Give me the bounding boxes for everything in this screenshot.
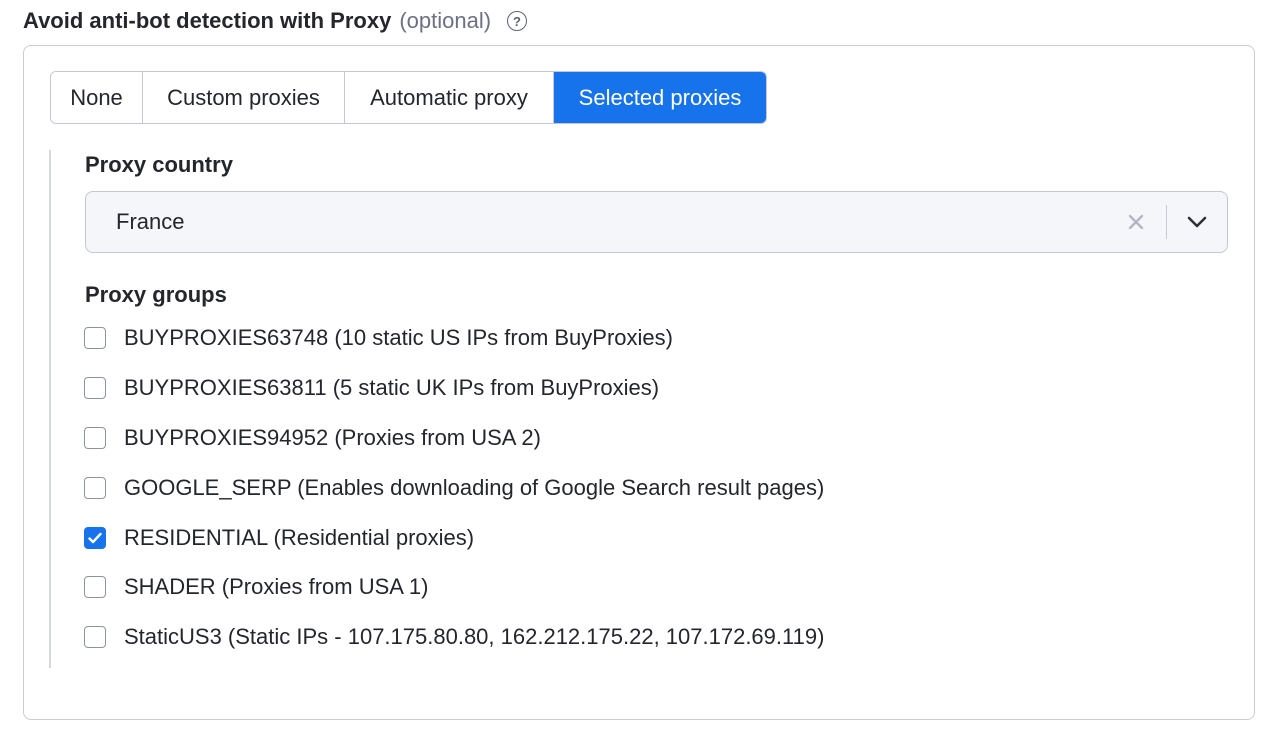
proxy-group-row[interactable]: BUYPROXIES94952 (Proxies from USA 2) <box>84 424 541 452</box>
proxy-group-label: GOOGLE_SERP (Enables downloading of Goog… <box>124 475 825 500</box>
proxy-group-checkbox[interactable] <box>84 377 106 399</box>
proxy-group-row[interactable]: SHADER (Proxies from USA 1) <box>84 573 428 601</box>
proxy-group-checkbox[interactable] <box>84 477 106 499</box>
proxy-group-label: BUYPROXIES63811 (5 static UK IPs from Bu… <box>124 375 660 400</box>
proxy-group-checkbox[interactable] <box>84 327 106 349</box>
proxy-group-label: BUYPROXIES94952 (Proxies from USA 2) <box>124 425 541 450</box>
proxy-group-row[interactable]: StaticUS3 (Static IPs - 107.175.80.80, 1… <box>84 623 824 651</box>
proxy-group-label: StaticUS3 (Static IPs - 107.175.80.80, 1… <box>124 624 825 649</box>
proxy-group-row[interactable]: RESIDENTIAL (Residential proxies) <box>84 524 474 552</box>
proxy-mode-tabs: None Custom proxies Automatic proxy Sele… <box>50 71 767 124</box>
proxy-group-label: BUYPROXIES63748 (10 static US IPs from B… <box>124 325 673 350</box>
proxy-group-checkbox-checked[interactable] <box>84 527 106 549</box>
proxy-group-row[interactable]: BUYPROXIES63811 (5 static UK IPs from Bu… <box>84 374 659 402</box>
tab-custom-proxies[interactable]: Custom proxies <box>143 72 345 123</box>
checkmark-icon <box>88 532 102 544</box>
proxy-section-header: Avoid anti-bot detection with Proxy (opt… <box>23 4 528 38</box>
proxy-group-label: SHADER (Proxies from USA 1) <box>124 574 429 599</box>
proxy-groups-label: Proxy groups <box>85 282 227 307</box>
tab-none[interactable]: None <box>51 72 143 123</box>
proxy-group-checkbox[interactable] <box>84 626 106 648</box>
tab-automatic-proxy[interactable]: Automatic proxy <box>345 72 554 123</box>
optional-label: (optional) <box>399 8 492 33</box>
proxy-group-checkbox[interactable] <box>84 427 106 449</box>
chevron-down-icon[interactable] <box>1167 202 1227 242</box>
proxy-country-select[interactable]: France <box>85 191 1228 253</box>
close-icon[interactable] <box>1116 202 1156 242</box>
question-circle-icon[interactable]: ? <box>507 11 528 31</box>
content-left-rule <box>49 150 51 668</box>
proxy-group-label: RESIDENTIAL (Residential proxies) <box>124 525 475 550</box>
proxy-country-label: Proxy country <box>85 152 233 177</box>
section-title: Avoid anti-bot detection with Proxy <box>23 8 392 33</box>
proxy-group-row[interactable]: BUYPROXIES63748 (10 static US IPs from B… <box>84 324 673 352</box>
proxy-group-row[interactable]: GOOGLE_SERP (Enables downloading of Goog… <box>84 474 824 502</box>
proxy-group-checkbox[interactable] <box>84 576 106 598</box>
proxy-country-value: France <box>116 209 185 234</box>
tab-selected-proxies[interactable]: Selected proxies <box>554 72 766 123</box>
